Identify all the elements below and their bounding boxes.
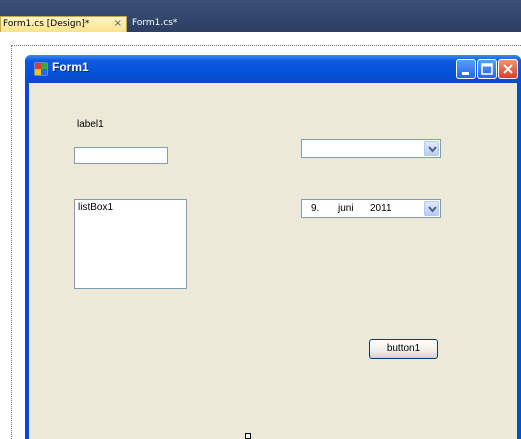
maximize-icon — [481, 63, 493, 75]
date-year[interactable]: 2011 — [370, 203, 392, 214]
combobox1-dropdown-button[interactable] — [424, 141, 439, 156]
form-resize-handle[interactable] — [245, 433, 251, 439]
listbox1-item: listBox1 — [78, 202, 114, 213]
label1[interactable]: label1 — [77, 119, 104, 130]
chevron-down-icon — [428, 146, 437, 153]
textbox1[interactable] — [74, 147, 168, 164]
tab-form1-code[interactable]: Form1.cs* — [130, 16, 190, 32]
close-button[interactable] — [498, 59, 518, 79]
form-titlebar[interactable]: Form1 — [25, 55, 521, 83]
maximize-button[interactable] — [477, 59, 497, 79]
tab-form1-design-label: Form1.cs [Design]* — [3, 19, 90, 29]
close-icon — [503, 64, 513, 74]
datetimepicker1-dropdown-button[interactable] — [424, 201, 439, 216]
minimize-button[interactable] — [456, 59, 476, 79]
tab-close-icon[interactable]: × — [114, 17, 122, 31]
form-title: Form1 — [52, 60, 89, 74]
tab-form1-code-label: Form1.cs* — [132, 18, 178, 28]
document-tab-strip: Form1.cs [Design]* × Form1.cs* — [0, 0, 521, 32]
date-month[interactable]: juni — [338, 203, 354, 214]
form-window[interactable]: Form1 label1 listBox1 9. juni 2011 butto… — [25, 55, 521, 439]
chevron-down-icon — [428, 206, 437, 213]
button1[interactable]: button1 — [369, 339, 438, 359]
listbox1[interactable]: listBox1 — [74, 199, 187, 289]
form-app-icon — [34, 62, 48, 76]
datetimepicker1[interactable]: 9. juni 2011 — [301, 199, 441, 218]
date-day[interactable]: 9. — [311, 203, 319, 214]
combobox1[interactable] — [301, 139, 441, 158]
form-client-area: label1 listBox1 9. juni 2011 button1 — [29, 83, 517, 439]
minimize-icon — [462, 72, 469, 75]
tab-form1-design[interactable]: Form1.cs [Design]* × — [0, 16, 127, 32]
